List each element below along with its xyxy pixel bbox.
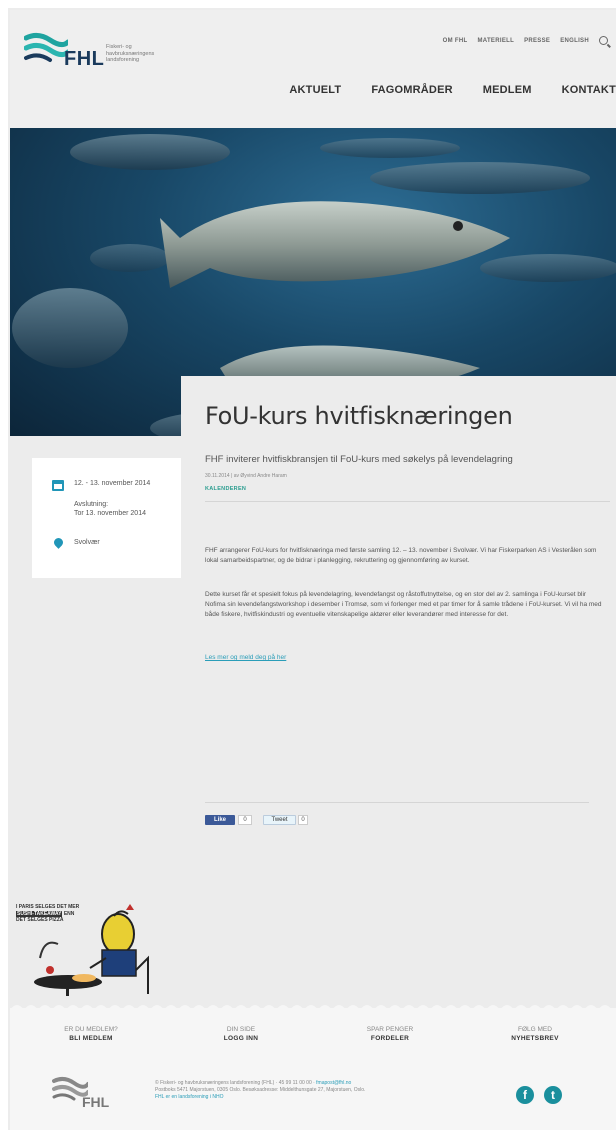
calendar-icon xyxy=(52,480,64,491)
share-divider xyxy=(205,802,589,803)
top-navigation: OM FHL MATERIELL PRESSE ENGLISH xyxy=(443,36,608,45)
nav-aktuelt[interactable]: AKTUELT xyxy=(289,84,341,96)
event-deadline: Avslutning: Tor 13. november 2014 xyxy=(74,500,146,518)
footer-action[interactable]: BLI MEDLEM xyxy=(36,1035,146,1042)
footer-action[interactable]: NYHETSBREV xyxy=(480,1035,590,1042)
nav-kontakt[interactable]: KONTAKT xyxy=(562,84,616,96)
article-lead: FHF inviterer hvitfiskbransjen til FoU-k… xyxy=(205,454,513,465)
footer-col-fordeler[interactable]: SPAR PENGER FORDELER xyxy=(335,1026,445,1042)
footer-col-login[interactable]: DIN SIDE LOGG INN xyxy=(186,1026,296,1042)
caption-highlight: SUSHI-TAKEAWAY xyxy=(16,910,63,917)
footer-nho-link[interactable]: FHL er en landsforening i NHO xyxy=(155,1094,223,1100)
signup-link[interactable]: Les mer og meld deg på her xyxy=(205,654,286,661)
twitter-icon[interactable]: t xyxy=(544,1086,562,1104)
main-navigation: AKTUELT FAGOMRÅDER MEDLEM KONTAKT xyxy=(289,84,616,96)
article-paragraph-2: Dette kurset får et spesielt fokus på le… xyxy=(205,591,602,618)
tweet-button[interactable]: Tweet xyxy=(263,815,296,825)
top-link-presse[interactable]: PRESSE xyxy=(524,38,550,44)
footer-col-nyhetsbrev[interactable]: FØLG MED NYHETSBREV xyxy=(480,1026,590,1042)
sushi-illustration[interactable]: I PARIS SELGES DET MER SUSHI-TAKEAWAY EN… xyxy=(10,898,160,1002)
site-header: FHL Fiskeri- og havbruksnæringens landsf… xyxy=(10,10,616,128)
footer-question: FØLG MED xyxy=(518,1026,552,1033)
illustration-caption: I PARIS SELGES DET MER SUSHI-TAKEAWAY EN… xyxy=(16,904,98,924)
footer-info-line-1: © Fiskeri- og havbruksnæringens landsfor… xyxy=(155,1080,317,1086)
footer-logo[interactable]: FHL xyxy=(52,1076,122,1110)
divider xyxy=(205,501,610,502)
footer-question: ER DU MEDLEM? xyxy=(64,1026,118,1033)
article-meta: 30.11.2014 | av Øyvind Andre Haram xyxy=(205,473,287,479)
article-panel: FoU-kurs hvitfisknæringen FHF inviterer … xyxy=(181,376,616,756)
footer-info-line-2: Postboks 5471 Majorstuen, 0305 Oslo. Bes… xyxy=(155,1087,366,1093)
event-date: 12. - 13. november 2014 xyxy=(74,480,151,487)
site-logo[interactable]: FHL Fiskeri- og havbruksnæringens landsf… xyxy=(23,32,174,76)
location-pin-icon xyxy=(52,536,65,549)
logo-subtitle: Fiskeri- og havbruksnæringens landsforen… xyxy=(106,44,155,63)
footer-logo-word: FHL xyxy=(82,1094,110,1110)
top-link-materiell[interactable]: MATERIELL xyxy=(477,38,514,44)
top-link-om[interactable]: OM FHL xyxy=(443,38,468,44)
nav-medlem[interactable]: MEDLEM xyxy=(483,84,532,96)
search-icon[interactable] xyxy=(599,36,608,45)
footer-email-link[interactable]: fmapost@fhl.no xyxy=(316,1080,351,1086)
facebook-like-count: 0 xyxy=(238,815,252,825)
article-paragraph-1: FHF arrangerer FoU-kurs for hvitfisknæri… xyxy=(205,547,597,564)
nav-fagomrader[interactable]: FAGOMRÅDER xyxy=(371,84,452,96)
caption-line-4: DET SELGES PIZZA xyxy=(16,917,64,923)
event-info-box: 12. - 13. november 2014 Avslutning: Tor … xyxy=(32,458,189,578)
footer-action[interactable]: LOGG INN xyxy=(186,1035,296,1042)
site-footer: ER DU MEDLEM? BLI MEDLEM DIN SIDE LOGG I… xyxy=(10,1008,616,1130)
caption-line-1: I PARIS SELGES DET MER xyxy=(16,904,80,910)
fhl-wave-icon xyxy=(23,32,71,62)
article-title: FoU-kurs hvitfisknæringen xyxy=(205,402,513,430)
article-category[interactable]: KALENDEREN xyxy=(205,486,246,492)
facebook-icon[interactable]: f xyxy=(516,1086,534,1104)
tweet-count: 0 xyxy=(298,815,308,825)
event-deadline-value: Tor 13. november 2014 xyxy=(74,510,146,517)
footer-question: DIN SIDE xyxy=(226,1026,256,1033)
footer-action[interactable]: FORDELER xyxy=(335,1035,445,1042)
event-deadline-label: Avslutning: xyxy=(74,501,109,508)
footer-question: SPAR PENGER xyxy=(366,1026,414,1033)
footer-contact-info: © Fiskeri- og havbruksnæringens landsfor… xyxy=(155,1080,475,1101)
event-place: Svolvær xyxy=(74,539,100,546)
footer-col-medlem[interactable]: ER DU MEDLEM? BLI MEDLEM xyxy=(36,1026,146,1042)
top-link-english[interactable]: ENGLISH xyxy=(560,38,589,44)
facebook-like-button[interactable]: Like xyxy=(205,815,235,825)
logo-word: FHL xyxy=(64,48,105,70)
caption-line-3: ENN xyxy=(63,910,75,917)
